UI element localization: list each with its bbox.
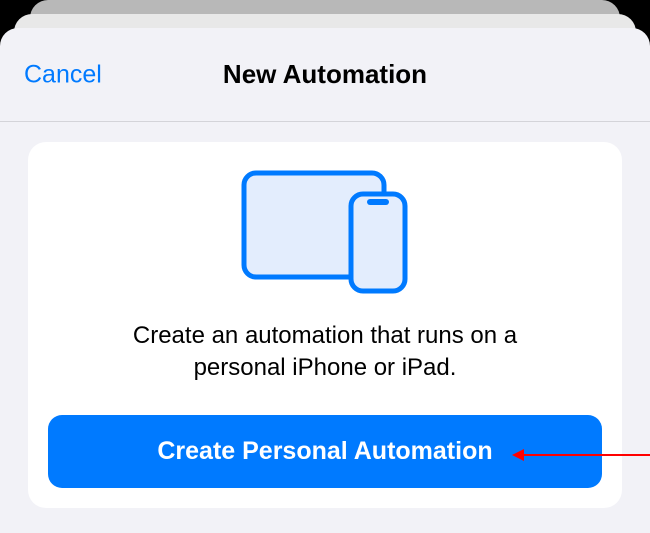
personal-automation-card: Create an automation that runs on a pers… (28, 142, 622, 508)
modal-title: New Automation (223, 59, 427, 90)
modal-sheet: Cancel New Automation Create an automati… (0, 28, 650, 533)
cancel-button[interactable]: Cancel (24, 60, 102, 89)
devices-icon (241, 170, 409, 294)
card-description: Create an automation that runs on a pers… (85, 320, 565, 385)
create-personal-automation-button[interactable]: Create Personal Automation (48, 415, 602, 488)
modal-content: Create an automation that runs on a pers… (0, 122, 650, 533)
modal-header: Cancel New Automation (0, 28, 650, 122)
